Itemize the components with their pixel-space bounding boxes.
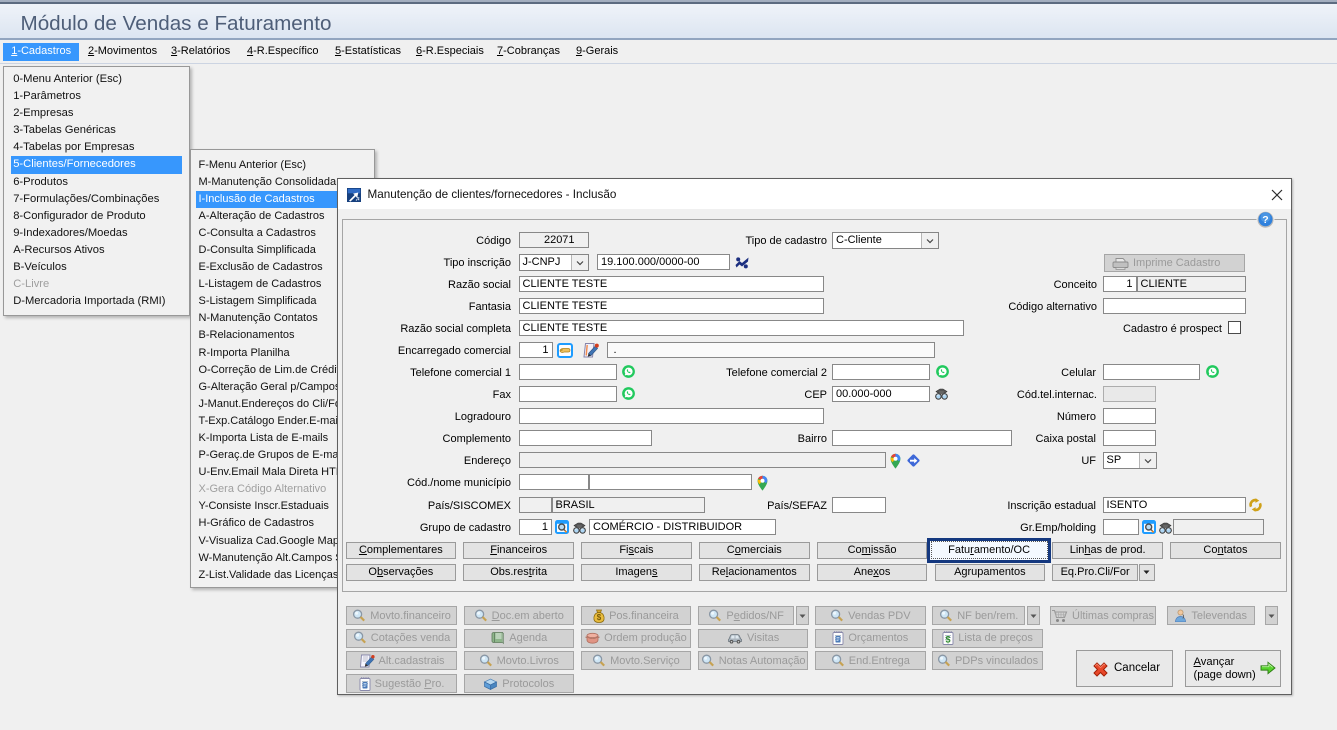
svg-text:$: $ xyxy=(946,635,951,645)
svg-text:?: ? xyxy=(1262,214,1268,226)
svg-text:$: $ xyxy=(597,613,602,622)
